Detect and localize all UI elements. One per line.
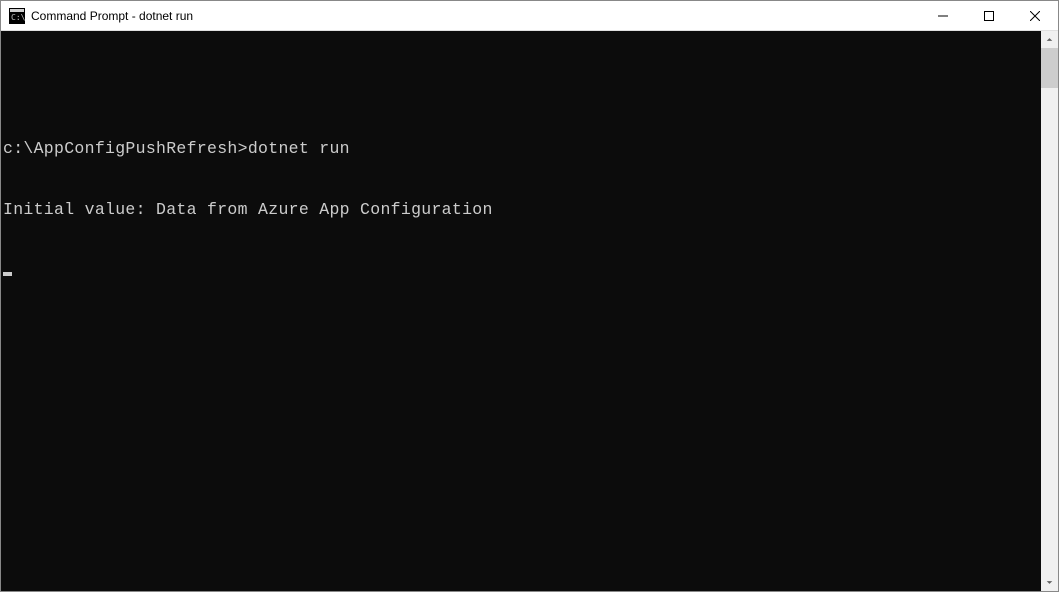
maximize-button[interactable] (966, 1, 1012, 30)
command-text: dotnet run (248, 139, 350, 158)
scroll-thumb[interactable] (1041, 48, 1058, 88)
prompt-line: c:\AppConfigPushRefresh>dotnet run (3, 139, 1039, 160)
minimize-icon (938, 11, 948, 21)
terminal-cursor (3, 272, 12, 276)
scroll-track[interactable] (1041, 48, 1058, 574)
prompt-path: c:\AppConfigPushRefresh (3, 139, 238, 158)
cursor-line (3, 262, 1039, 283)
chevron-up-icon (1046, 36, 1053, 43)
close-icon (1030, 11, 1040, 21)
terminal-output[interactable]: c:\AppConfigPushRefresh>dotnet run Initi… (1, 31, 1041, 591)
maximize-icon (984, 11, 994, 21)
scroll-down-button[interactable] (1041, 574, 1058, 591)
svg-text:C:\: C:\ (11, 13, 25, 22)
chevron-down-icon (1046, 579, 1053, 586)
scroll-up-button[interactable] (1041, 31, 1058, 48)
minimize-button[interactable] (920, 1, 966, 30)
titlebar[interactable]: C:\ Command Prompt - dotnet run (1, 1, 1058, 31)
output-line: Initial value: Data from Azure App Confi… (3, 200, 1039, 221)
cmd-icon: C:\ (9, 8, 25, 24)
blank-line (3, 77, 1039, 97)
window-controls (920, 1, 1058, 30)
prompt-char: > (238, 139, 248, 158)
close-button[interactable] (1012, 1, 1058, 30)
vertical-scrollbar[interactable] (1041, 31, 1058, 591)
content-area: c:\AppConfigPushRefresh>dotnet run Initi… (1, 31, 1058, 591)
window-title: Command Prompt - dotnet run (31, 9, 920, 23)
